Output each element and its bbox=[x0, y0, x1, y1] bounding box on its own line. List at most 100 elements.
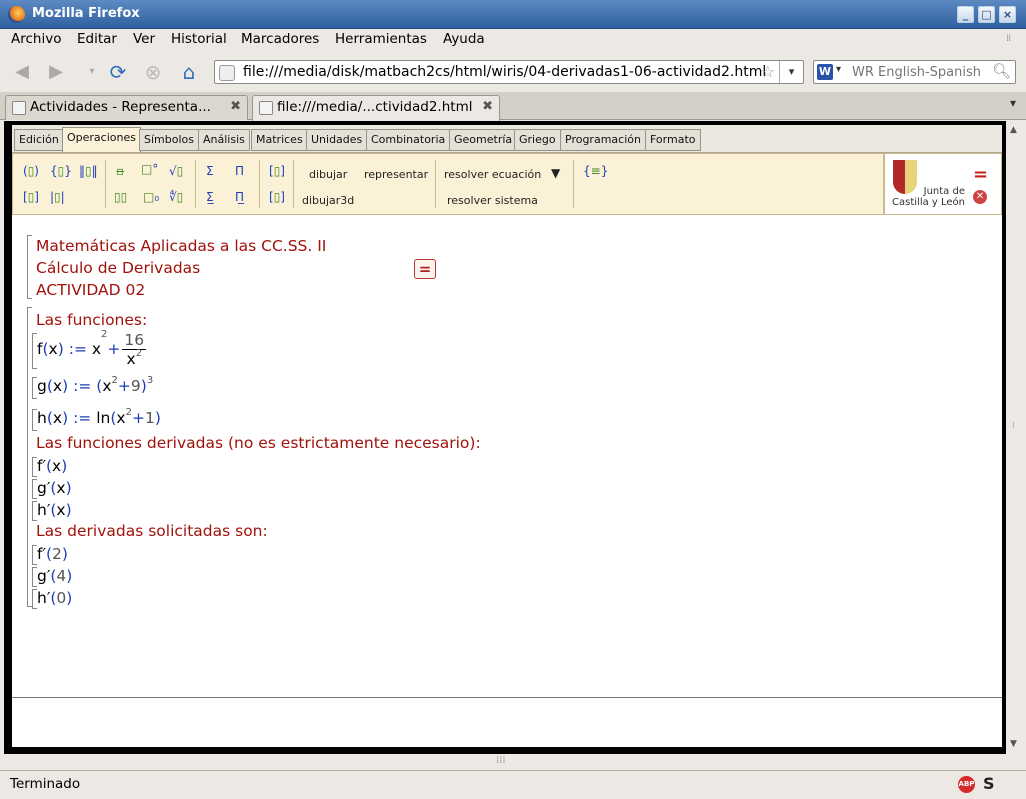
wiris-tab-operaciones[interactable]: Operaciones bbox=[62, 127, 141, 152]
h-prime-x[interactable]: h′(x) bbox=[37, 501, 72, 519]
wiris-tab-matrices[interactable]: Matrices bbox=[251, 129, 308, 151]
logo-text: Junta de Castilla y León bbox=[892, 186, 965, 208]
brackets-icon[interactable]: [▯] bbox=[269, 164, 285, 178]
matrix-icon[interactable]: ▯▯ bbox=[114, 190, 127, 204]
wiris-tab-simbolos[interactable]: Símbolos bbox=[139, 129, 199, 151]
menu-ayuda[interactable]: Ayuda bbox=[443, 31, 485, 47]
stop-icon[interactable]: ⊗ bbox=[139, 58, 167, 86]
url-text[interactable]: file:///media/disk/matbach2cs/html/wiris… bbox=[243, 64, 766, 80]
brackets-icon[interactable]: [▯] bbox=[269, 190, 285, 204]
horizontal-scrollbar[interactable]: ⁞⁞⁞ bbox=[4, 754, 1006, 770]
status-text: Terminado bbox=[10, 776, 81, 792]
wiris-tab-analisis[interactable]: Análisis bbox=[198, 129, 250, 151]
minimize-button[interactable]: _ bbox=[957, 6, 974, 23]
bookmark-star-icon[interactable]: ☆ bbox=[761, 62, 775, 81]
g-prime-x[interactable]: g′(x) bbox=[37, 479, 72, 497]
funciones-derivadas-label: Las funciones derivadas (no es estrictam… bbox=[36, 434, 481, 452]
tab-list-icon[interactable]: ▾ bbox=[1010, 96, 1016, 110]
superscript-icon[interactable]: □° bbox=[141, 162, 158, 176]
derivadas-solicitadas-label: Las derivadas solicitadas son: bbox=[36, 522, 268, 540]
bars-icon[interactable]: |▯| bbox=[50, 190, 65, 204]
reload-icon[interactable]: ⟳ bbox=[104, 58, 132, 86]
dibujar-button[interactable]: dibujar bbox=[309, 168, 347, 181]
braces-icon[interactable]: {▯} bbox=[50, 164, 72, 178]
f-definition[interactable]: f(x) := x2+ 16 x2 bbox=[37, 329, 147, 368]
wiris-tab-griego[interactable]: Griego bbox=[514, 129, 561, 151]
subscript-icon[interactable]: □₀ bbox=[143, 190, 159, 204]
extension-s-icon[interactable]: S bbox=[983, 774, 995, 793]
brackets-icon[interactable]: [▯] bbox=[23, 190, 39, 204]
home-icon[interactable]: ⌂ bbox=[175, 58, 203, 86]
wiris-tab-unidades[interactable]: Unidades bbox=[306, 129, 368, 151]
representar-button[interactable]: representar bbox=[364, 168, 428, 181]
url-dropdown-icon[interactable]: ▾ bbox=[779, 61, 803, 83]
h-definition[interactable]: h(x) := ln(x2+1) bbox=[37, 407, 161, 427]
wiris-tab-geometria[interactable]: Geometría bbox=[449, 129, 518, 151]
vertical-scrollbar[interactable]: ▲ ⁞ ▼ bbox=[1006, 121, 1024, 754]
braces-icon[interactable]: {≡} bbox=[583, 164, 608, 178]
product-icon[interactable]: Π bbox=[235, 164, 244, 178]
nth-root-icon[interactable]: ∜▯ bbox=[169, 190, 183, 204]
g-prime-4[interactable]: g′(4) bbox=[37, 567, 72, 585]
search-box[interactable]: W ▾ 🔍︎ bbox=[813, 60, 1016, 84]
wiris-tab-programacion[interactable]: Programación bbox=[560, 129, 646, 151]
parentheses-icon[interactable]: (▯) bbox=[23, 164, 39, 178]
f-prime-x[interactable]: f′(x) bbox=[37, 457, 67, 475]
h-prime-0[interactable]: h′(0) bbox=[37, 589, 72, 607]
dibujar3d-button[interactable]: dibujar3d bbox=[302, 194, 354, 207]
title-bar: Mozilla Firefox _ □ × bbox=[0, 0, 1026, 29]
back-icon[interactable]: ◀ bbox=[8, 58, 36, 86]
header-line-3: ACTIVIDAD 02 bbox=[36, 281, 146, 299]
abs-value-icon[interactable]: ‖▯‖ bbox=[79, 164, 98, 178]
close-window-button[interactable]: × bbox=[999, 6, 1016, 23]
chevron-down-icon[interactable]: ▼ bbox=[551, 166, 560, 180]
chevron-down-icon[interactable]: ▾ bbox=[836, 64, 841, 75]
resolver-sistema-button[interactable]: resolver sistema bbox=[447, 194, 538, 207]
wiris-document[interactable]: Matemáticas Aplicadas a las CC.SS. II Cá… bbox=[12, 217, 1002, 697]
evaluate-block-button[interactable]: = bbox=[414, 259, 436, 279]
forward-icon[interactable]: ▶ bbox=[42, 58, 70, 86]
sum-limits-icon[interactable]: Σ̲ bbox=[206, 190, 214, 204]
history-dropdown-icon[interactable]: ▾ bbox=[78, 58, 106, 86]
f-prime-2[interactable]: f′(2) bbox=[37, 545, 68, 563]
wiris-tab-formato[interactable]: Formato bbox=[645, 129, 701, 151]
sum-icon[interactable]: Σ bbox=[206, 164, 214, 178]
resolver-ecuacion-button[interactable]: resolver ecuación bbox=[444, 168, 541, 181]
block-bracket[interactable] bbox=[27, 235, 32, 299]
menu-herramientas[interactable]: Herramientas bbox=[335, 31, 427, 47]
search-engine-icon[interactable]: W bbox=[817, 64, 833, 80]
wiris-output-area[interactable] bbox=[12, 697, 1002, 747]
scroll-down-icon[interactable]: ▼ bbox=[1010, 739, 1017, 749]
sqrt-icon[interactable]: √▯ bbox=[169, 164, 183, 178]
close-icon[interactable]: ✕ bbox=[973, 190, 987, 204]
search-icon[interactable]: 🔍︎ bbox=[992, 62, 1011, 80]
menu-editar[interactable]: Editar bbox=[77, 31, 117, 47]
tab-actividad2[interactable]: file:///media/...ctividad2.html ✖ bbox=[252, 95, 500, 121]
las-funciones-label: Las funciones: bbox=[36, 311, 148, 329]
menu-marcadores[interactable]: Marcadores bbox=[241, 31, 319, 47]
wiris-tab-combinatoria[interactable]: Combinatoria bbox=[366, 129, 451, 151]
search-input[interactable] bbox=[852, 63, 992, 81]
scroll-grip-icon: ⁞⁞⁞ bbox=[496, 755, 506, 766]
evaluate-button[interactable]: = bbox=[973, 164, 988, 185]
page-icon bbox=[219, 65, 235, 81]
url-bar[interactable]: file:///media/disk/matbach2cs/html/wiris… bbox=[214, 60, 804, 84]
wiris-tab-edicion[interactable]: Edición bbox=[14, 129, 64, 151]
product-limits-icon[interactable]: Π̲ bbox=[235, 190, 244, 204]
separator bbox=[195, 160, 196, 208]
close-tab-icon[interactable]: ✖ bbox=[482, 99, 493, 114]
adblock-icon[interactable]: ABP bbox=[958, 776, 975, 793]
separator bbox=[435, 160, 436, 208]
menu-ver[interactable]: Ver bbox=[133, 31, 155, 47]
scroll-up-icon[interactable]: ▲ bbox=[1010, 125, 1017, 135]
menu-historial[interactable]: Historial bbox=[171, 31, 227, 47]
tab-label: file:///media/...ctividad2.html bbox=[277, 99, 473, 115]
menu-archivo[interactable]: Archivo bbox=[11, 31, 61, 47]
maximize-button[interactable]: □ bbox=[978, 6, 995, 23]
close-tab-icon[interactable]: ✖ bbox=[230, 99, 241, 114]
separator bbox=[259, 160, 260, 208]
block-bracket[interactable] bbox=[27, 307, 32, 607]
tab-actividades[interactable]: Actividades - Representa... ✖ bbox=[5, 95, 248, 120]
fraction-icon[interactable]: ▫̶ bbox=[116, 164, 124, 178]
g-definition[interactable]: g(x) := (x2+9)3 bbox=[37, 375, 153, 395]
